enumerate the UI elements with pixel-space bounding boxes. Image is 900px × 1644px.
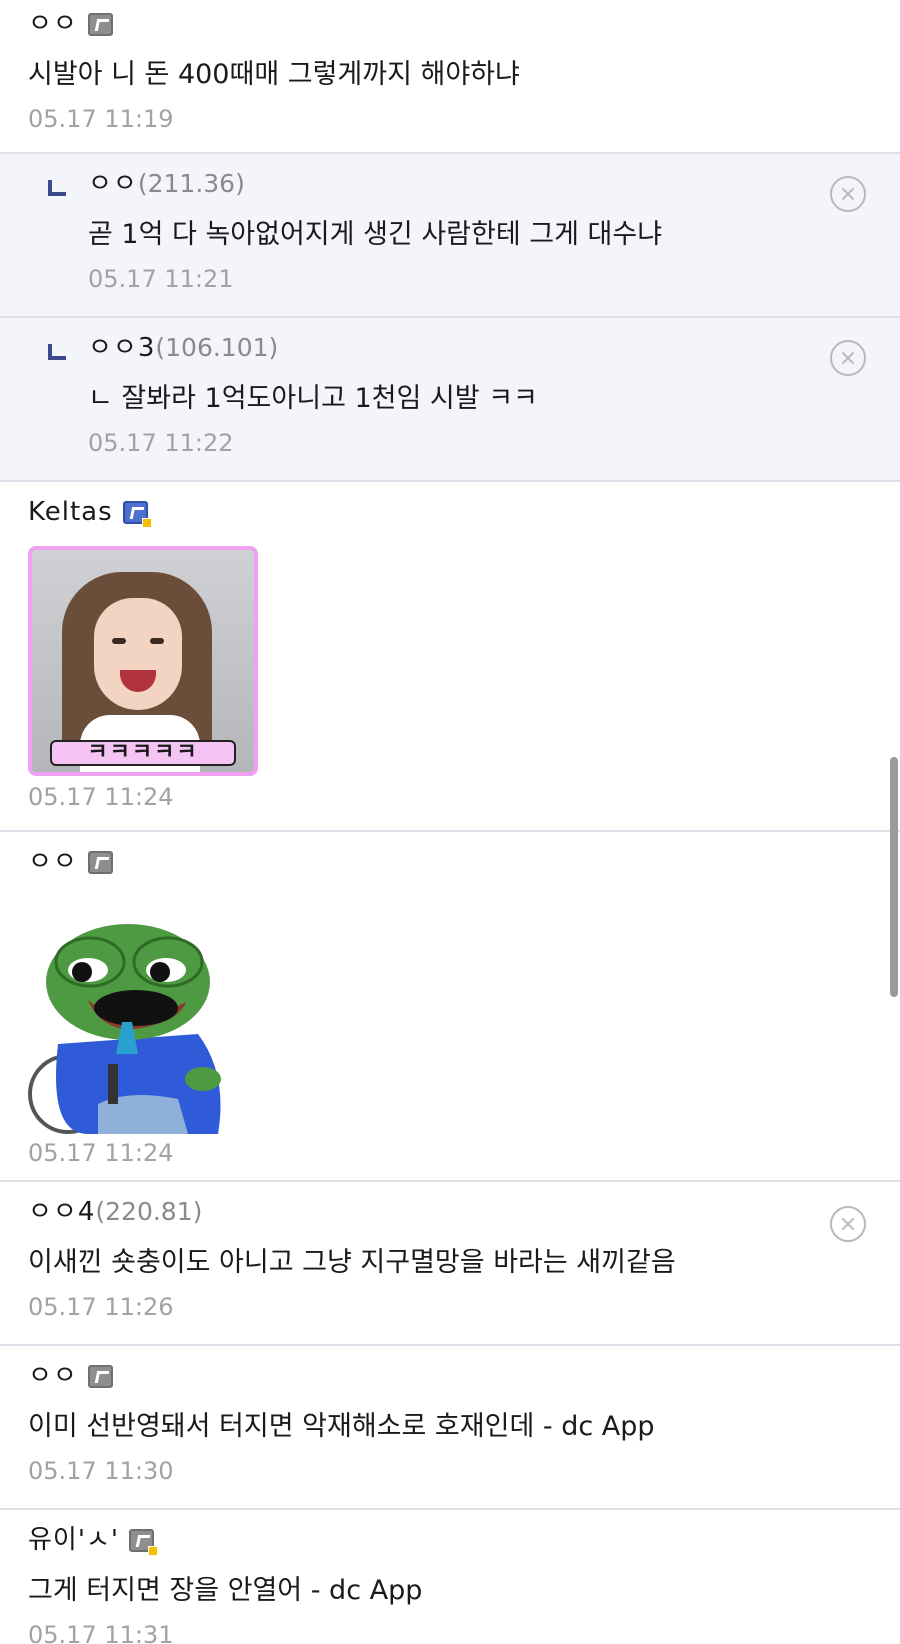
comment-item: 유이'ㅅ' 그게 터지면 장을 안열어 - dc App 05.17 11:31 (0, 1510, 900, 1644)
comment-item: ㅇㅇ 05.17 11:24 (0, 832, 900, 1182)
comment-body: 그게 터지면 장을 안열어 - dc App (28, 1575, 423, 1606)
comment-date: 05.17 11:22 (88, 429, 234, 457)
dccon-image[interactable]: ㅋㅋㅋㅋㅋ (28, 546, 258, 776)
reply-item: ㅇㅇ (211.36) 곧 1억 다 녹아없어지게 생긴 사람한테 그게 대수냐… (0, 154, 900, 318)
comment-date: 05.17 11:19 (28, 105, 174, 133)
comment-item: ㅇㅇ 이미 선반영돼서 터지면 악재해소로 호재인데 - dc App 05.1… (0, 1346, 900, 1510)
comment-body: 이새낀 숏충이도 아니고 그냥 지구멸망을 바라는 새끼같음 (28, 1247, 676, 1278)
author-ip: (106.101) (155, 333, 279, 362)
comment-date: 05.17 11:31 (28, 1621, 174, 1644)
delete-icon[interactable] (830, 1206, 866, 1242)
comment-date: 05.17 11:24 (28, 783, 174, 811)
author-nick[interactable]: ㅇㅇ3 (88, 332, 155, 364)
comment-item: ㅇㅇ 시발아 니 돈 400때매 그렇게까지 해야하냐 05.17 11:19 (0, 0, 900, 154)
author-nick[interactable]: Keltas (28, 496, 113, 528)
comment-date: 05.17 11:21 (88, 265, 234, 293)
comment-date: 05.17 11:30 (28, 1457, 174, 1485)
pepe-dccon-image[interactable] (28, 904, 228, 1134)
fixed-nick-icon (87, 1365, 113, 1388)
comment-author: ㅇㅇ (28, 0, 872, 40)
comment-body: ㄴ 잘봐라 1억도아니고 1천임 시발 ㅋㅋ (88, 383, 538, 414)
comment-author: 유이'ㅅ' (28, 1510, 872, 1556)
comment-date: 05.17 11:24 (28, 1139, 174, 1167)
reply-item: ㅇㅇ3 (106.101) ㄴ 잘봐라 1억도아니고 1천임 시발 ㅋㅋ 05.… (0, 318, 900, 482)
comment-author: Keltas (28, 482, 872, 528)
delete-icon[interactable] (830, 176, 866, 212)
comment-item: ㅇㅇ4 (220.81) 이새낀 숏충이도 아니고 그냥 지구멸망을 바라는 새… (0, 1182, 900, 1346)
author-nick[interactable]: ㅇㅇ4 (28, 1196, 95, 1228)
author-nick[interactable]: ㅇㅇ (28, 1360, 78, 1392)
comment-author: ㅇㅇ (211.36) (88, 154, 872, 200)
fixed-nick-icon (129, 1529, 159, 1556)
fixed-nick-icon (87, 851, 113, 874)
fixed-nick-icon (87, 13, 113, 36)
comment-list: ㅇㅇ 시발아 니 돈 400때매 그렇게까지 해야하냐 05.17 11:19 … (0, 0, 900, 1644)
fixed-nick-icon (122, 501, 152, 528)
comment-author: ㅇㅇ3 (106.101) (88, 318, 872, 364)
reply-arrow-icon (48, 344, 66, 360)
comment-author: ㅇㅇ (28, 1346, 872, 1392)
author-ip: (211.36) (137, 169, 245, 198)
comment-author: ㅇㅇ4 (220.81) (28, 1182, 872, 1228)
reply-arrow-icon (48, 180, 66, 196)
dccon-caption: ㅋㅋㅋㅋㅋ (50, 740, 236, 766)
comment-author: ㅇㅇ (28, 832, 872, 878)
comment-body: 이미 선반영돼서 터지면 악재해소로 호재인데 - dc App (28, 1411, 655, 1442)
author-nick[interactable]: 유이'ㅅ' (28, 1524, 119, 1556)
comment-body: 시발아 니 돈 400때매 그렇게까지 해야하냐 (28, 59, 520, 90)
author-nick[interactable]: ㅇㅇ (28, 8, 78, 40)
comment-body: 곧 1억 다 녹아없어지게 생긴 사람한테 그게 대수냐 (88, 219, 663, 250)
scrollbar[interactable] (890, 757, 898, 997)
comment-date: 05.17 11:26 (28, 1293, 174, 1321)
author-nick[interactable]: ㅇㅇ (28, 846, 78, 878)
author-ip: (220.81) (95, 1197, 203, 1226)
delete-icon[interactable] (830, 340, 866, 376)
author-nick[interactable]: ㅇㅇ (88, 168, 138, 200)
comment-item: Keltas ㅋㅋㅋㅋㅋ 05.17 11:24 (0, 482, 900, 832)
